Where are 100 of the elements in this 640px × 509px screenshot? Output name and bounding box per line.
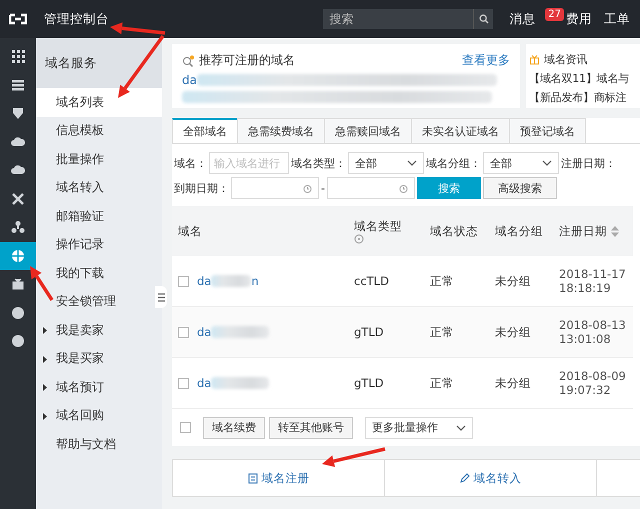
- table-cell: 18:18:19: [559, 281, 611, 295]
- news-link[interactable]: 【新品发布】商标注: [529, 90, 640, 105]
- globe-icon: [11, 248, 25, 263]
- rail-button[interactable]: [0, 242, 36, 270]
- nav-link[interactable]: 工单: [604, 10, 630, 28]
- tab[interactable]: 未实名认证域名: [411, 118, 510, 143]
- range-dash: -: [321, 182, 325, 194]
- sidebar-item[interactable]: 帮助与文档: [36, 430, 162, 458]
- table-cell: gTLD: [354, 376, 384, 390]
- sidebar-item[interactable]: 域名预订: [36, 373, 162, 402]
- bulk-button[interactable]: 转至其他账号: [269, 416, 353, 438]
- annotation-arrow: [30, 266, 54, 301]
- domain-link[interactable]: da: [197, 325, 212, 339]
- chevron-icon: [407, 160, 417, 166]
- table-cell: 未分组: [495, 324, 531, 340]
- help-icon[interactable]: [354, 234, 364, 244]
- checkbox[interactable]: [178, 378, 189, 388]
- logo-icon[interactable]: [9, 13, 27, 25]
- date-field[interactable]: [326, 177, 415, 199]
- sidebar-item[interactable]: 操作记录: [36, 230, 162, 259]
- chevron-icon: [456, 424, 466, 430]
- tab[interactable]: 急需续费域名: [237, 118, 325, 143]
- console-title[interactable]: 管理控制台: [44, 10, 109, 28]
- domain-link[interactable]: da: [197, 274, 212, 288]
- table-cell: 2018-08-13: [559, 318, 626, 332]
- sidebar-item[interactable]: 域名列表: [36, 88, 162, 116]
- sidebar-item[interactable]: 安全锁管理: [36, 288, 162, 316]
- tab[interactable]: 急需赎回域名: [324, 118, 412, 143]
- field-label: 到期日期：: [174, 180, 229, 196]
- input-field[interactable]: 输入域名进行: [209, 152, 289, 174]
- chevron-icon: [542, 160, 552, 166]
- dropdown[interactable]: 全部: [348, 152, 424, 174]
- bulk-button[interactable]: 域名续费: [203, 416, 265, 438]
- checkbox[interactable]: [180, 422, 191, 433]
- table-cell: 13:01:08: [559, 332, 611, 346]
- count-badge: 27: [545, 8, 564, 20]
- gift-icon: [529, 54, 540, 65]
- box-icon: [11, 277, 25, 292]
- domain-link[interactable]: n: [251, 274, 259, 288]
- table-cell: 正常: [430, 376, 454, 390]
- search-field[interactable]: 搜索: [323, 9, 474, 29]
- field-label: 域名：: [174, 156, 207, 170]
- nav-link[interactable]: 消息: [509, 10, 536, 28]
- domain-link[interactable]: da: [197, 376, 212, 390]
- menu-icon: [158, 292, 164, 302]
- sidebar-item[interactable]: 邮箱验证: [36, 202, 162, 230]
- domain-link[interactable]: da: [182, 73, 197, 87]
- sidebar-item[interactable]: 批量操作: [36, 145, 162, 174]
- table-cell: ccTLD: [354, 274, 389, 288]
- checkbox[interactable]: [178, 326, 189, 338]
- document-icon: [248, 472, 258, 484]
- collapse-handle[interactable]: [155, 286, 167, 308]
- card-title: 域名资讯: [544, 52, 588, 67]
- redaction-blur: [211, 326, 270, 338]
- dropdown[interactable]: 更多批量操作: [365, 416, 473, 438]
- tab[interactable]: 全部域名: [172, 118, 238, 143]
- redaction-blur: [211, 275, 252, 287]
- shield-icon: [11, 106, 25, 120]
- nav-link[interactable]: 费用: [566, 10, 592, 28]
- field-label: 注册日期：: [561, 156, 616, 170]
- column-header: 域名状态: [430, 224, 479, 238]
- table-cell: 未分组: [495, 274, 531, 288]
- circle-icon: [11, 306, 25, 320]
- clock-icon: [303, 184, 312, 192]
- table-cell: 正常: [430, 274, 454, 288]
- search-icon[interactable]: [478, 14, 489, 24]
- news-link[interactable]: 【域名双11】域名与: [529, 71, 640, 86]
- sidebar-item[interactable]: 我是买家: [36, 344, 162, 373]
- column-header: 域名类型: [354, 218, 403, 234]
- table-cell: 正常: [430, 324, 454, 340]
- list-icon: [11, 78, 25, 92]
- table-cell: 19:07:32: [559, 383, 611, 397]
- advanced-search-button[interactable]: 高级搜索: [482, 177, 557, 199]
- sidebar-item[interactable]: 我是卖家: [36, 316, 162, 344]
- column-header: 域名: [178, 224, 203, 238]
- cross-icon: [11, 192, 25, 206]
- nodes-icon: [11, 220, 25, 234]
- search-button[interactable]: [473, 9, 494, 29]
- tab[interactable]: 预登记域名: [509, 118, 586, 143]
- table-cell: gTLD: [354, 325, 384, 339]
- column-header: 域名分组: [495, 224, 544, 238]
- clock-icon: [398, 184, 408, 192]
- annotation-arrow: [322, 447, 386, 468]
- column-header: 注册日期: [559, 224, 607, 238]
- sidebar-item[interactable]: 信息模板: [36, 116, 162, 145]
- more-link[interactable]: 查看更多: [462, 52, 510, 69]
- field-label: 域名分组：: [426, 156, 481, 170]
- sidebar-item[interactable]: 我的下载: [36, 259, 162, 288]
- checkbox[interactable]: [178, 276, 189, 286]
- sidebar-item[interactable]: 域名回购: [36, 402, 162, 430]
- circle-icon: [11, 334, 25, 348]
- sidebar-item[interactable]: 域名转入: [36, 174, 162, 202]
- date-field[interactable]: [231, 177, 319, 199]
- field-label: 域名类型：: [291, 156, 346, 170]
- grid-icon: [11, 49, 25, 64]
- pencil-icon: [460, 472, 470, 484]
- table-cell: 未分组: [495, 376, 531, 390]
- table-cell: 2018-08-09: [559, 369, 626, 383]
- dropdown[interactable]: 全部: [483, 152, 559, 174]
- table-cell: 2018-11-17: [559, 267, 626, 281]
